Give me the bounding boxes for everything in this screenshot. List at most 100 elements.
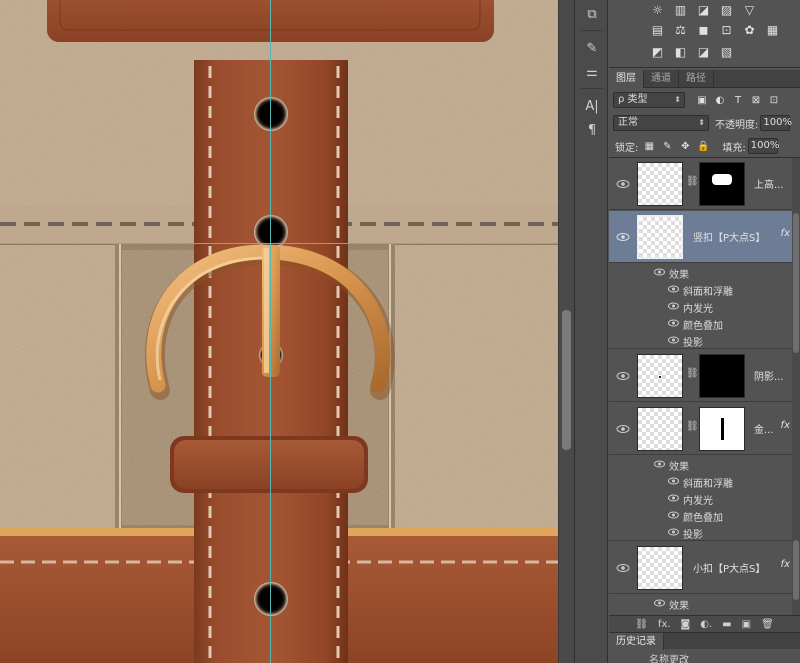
blend-mode-select[interactable]: 正常 ⬍: [613, 115, 709, 131]
lock-all-icon[interactable]: 🔒: [696, 139, 710, 153]
effect-eye-icon[interactable]: [667, 509, 679, 521]
visibility-eye-icon[interactable]: [615, 561, 631, 575]
effect-eye-icon[interactable]: [667, 283, 679, 295]
layer-row-selected[interactable]: 竖扣【P大点S】 fx: [609, 211, 792, 263]
invert-icon[interactable]: ◩: [649, 44, 666, 59]
layer-name[interactable]: 金...: [754, 421, 776, 436]
effects-group-header[interactable]: 效果: [609, 595, 792, 612]
effect-eye-icon[interactable]: [667, 300, 679, 312]
layer-row[interactable]: ⛓ 上高...: [609, 158, 792, 210]
visibility-eye-icon[interactable]: [615, 369, 631, 383]
effect-item[interactable]: 投影: [609, 524, 792, 541]
channel-mixer-icon[interactable]: ✿: [741, 22, 758, 37]
exposure-icon[interactable]: ▨: [718, 2, 735, 17]
fill-field[interactable]: 100%: [747, 138, 780, 154]
color-lookup-icon[interactable]: ▦: [764, 22, 781, 37]
tab-history[interactable]: 历史记录: [609, 633, 664, 651]
opacity-field[interactable]: 100%: [760, 115, 792, 131]
character-icon[interactable]: A|: [581, 96, 603, 116]
visibility-eye-icon[interactable]: [615, 177, 631, 191]
effect-item[interactable]: 投影: [609, 332, 792, 349]
canvas-scrollbar-thumb[interactable]: [562, 310, 571, 450]
tab-layers[interactable]: 图层: [609, 70, 644, 88]
new-adjustment-layer-icon[interactable]: ◐.: [700, 619, 712, 630]
visibility-eye-icon[interactable]: [615, 422, 631, 436]
history-brush-icon[interactable]: ⧉: [581, 4, 603, 24]
lock-image-icon[interactable]: ✎: [660, 139, 674, 153]
type-filter-icon[interactable]: T: [731, 93, 745, 107]
link-layers-icon[interactable]: ⛓: [635, 619, 648, 630]
layer-fx-badge[interactable]: fx: [781, 559, 790, 570]
effect-name: 内发光: [683, 496, 713, 507]
history-item[interactable]: 名称更改: [609, 650, 800, 663]
layer-list-scroll-thumb[interactable]: [793, 213, 799, 353]
posterize-icon[interactable]: ◧: [672, 44, 689, 59]
effect-eye-icon[interactable]: [667, 334, 679, 346]
layer-list[interactable]: ⛓ 上高... 竖扣【P大点S】 fx 效果 斜面和浮雕 内发光 颜色叠加 投影…: [609, 157, 800, 615]
black-white-icon[interactable]: ◼: [695, 22, 712, 37]
hue-saturation-icon[interactable]: ▤: [649, 22, 666, 37]
selective-color-icon[interactable]: ▧: [718, 44, 735, 59]
tab-paths[interactable]: 路径: [679, 70, 714, 88]
layer-row[interactable]: ⛓ 金... fx: [609, 403, 792, 455]
layer-fx-badge[interactable]: fx: [781, 420, 790, 431]
smart-object-filter-icon[interactable]: ⊡: [767, 93, 781, 107]
fill-value: 100%: [750, 140, 780, 151]
vibrance-icon[interactable]: ▽: [741, 2, 758, 17]
threshold-icon[interactable]: ◪: [695, 44, 712, 59]
effect-item[interactable]: 内发光: [609, 490, 792, 507]
effect-item[interactable]: 颜色叠加: [609, 507, 792, 524]
layer-list-scrollbar[interactable]: [792, 158, 800, 615]
effects-group-header[interactable]: 效果: [609, 264, 792, 281]
layer-mask-thumbnail[interactable]: [699, 162, 745, 206]
visibility-eye-icon[interactable]: [615, 230, 631, 244]
mask-link-icon[interactable]: ⛓: [686, 176, 699, 187]
photo-filter-icon[interactable]: ⊡: [718, 22, 735, 37]
effect-eye-icon[interactable]: [667, 475, 679, 487]
mask-link-icon[interactable]: ⛓: [686, 368, 699, 379]
layer-row[interactable]: ⛓ 阴影...: [609, 350, 792, 402]
adjust-sliders-icon[interactable]: ⚌: [581, 62, 603, 82]
layer-row[interactable]: 小扣【P大点S】 fx: [609, 542, 792, 594]
effect-eye-icon[interactable]: [667, 317, 679, 329]
layer-name[interactable]: 上高...: [754, 176, 790, 191]
curves-icon[interactable]: ◪: [695, 2, 712, 17]
pixel-filter-icon[interactable]: ▣: [695, 93, 709, 107]
delete-layer-icon[interactable]: 🗑: [761, 619, 774, 630]
new-layer-icon[interactable]: ▣: [742, 619, 751, 630]
layer-mask-thumbnail[interactable]: [699, 407, 745, 451]
effects-eye-icon[interactable]: [653, 597, 665, 609]
effect-item[interactable]: 斜面和浮雕: [609, 473, 792, 490]
brightness-icon[interactable]: ☼: [649, 2, 666, 17]
layer-fx-badge[interactable]: fx: [781, 228, 790, 239]
effects-eye-icon[interactable]: [653, 458, 665, 470]
color-balance-icon[interactable]: ⚖: [672, 22, 689, 37]
canvas-scrollbar[interactable]: [558, 0, 574, 663]
brush-preset-icon[interactable]: ✎: [581, 38, 603, 58]
effect-item[interactable]: 斜面和浮雕: [609, 281, 792, 298]
new-group-icon[interactable]: ▬: [722, 619, 731, 630]
layer-name[interactable]: 竖扣【P大点S】: [693, 229, 779, 244]
effect-eye-icon[interactable]: [667, 526, 679, 538]
layer-list-scroll-thumb[interactable]: [793, 540, 799, 600]
document-canvas[interactable]: [0, 0, 558, 663]
layer-name[interactable]: 阴影...: [754, 368, 790, 383]
shape-filter-icon[interactable]: ⊠: [749, 93, 763, 107]
layer-mask-thumbnail[interactable]: [699, 354, 745, 398]
layer-filter-kind-select[interactable]: ρ 类型 ⬍: [613, 92, 685, 108]
adjustment-filter-icon[interactable]: ◐: [713, 93, 727, 107]
effects-eye-icon[interactable]: [653, 266, 665, 278]
effect-item[interactable]: 内发光: [609, 298, 792, 315]
layer-name[interactable]: 小扣【P大点S】: [693, 560, 779, 575]
mask-link-icon[interactable]: ⛓: [686, 421, 699, 432]
add-mask-icon[interactable]: ◙: [681, 619, 691, 630]
effects-group-header[interactable]: 效果: [609, 456, 792, 473]
effect-eye-icon[interactable]: [667, 492, 679, 504]
add-layer-style-icon[interactable]: fx.: [658, 619, 671, 630]
paragraph-icon[interactable]: ¶: [581, 120, 603, 140]
lock-transparent-icon[interactable]: ▦: [642, 139, 656, 153]
effect-item[interactable]: 颜色叠加: [609, 315, 792, 332]
tab-channels[interactable]: 通道: [644, 70, 679, 88]
lock-position-icon[interactable]: ✥: [678, 139, 692, 153]
levels-icon[interactable]: ▥: [672, 2, 689, 17]
